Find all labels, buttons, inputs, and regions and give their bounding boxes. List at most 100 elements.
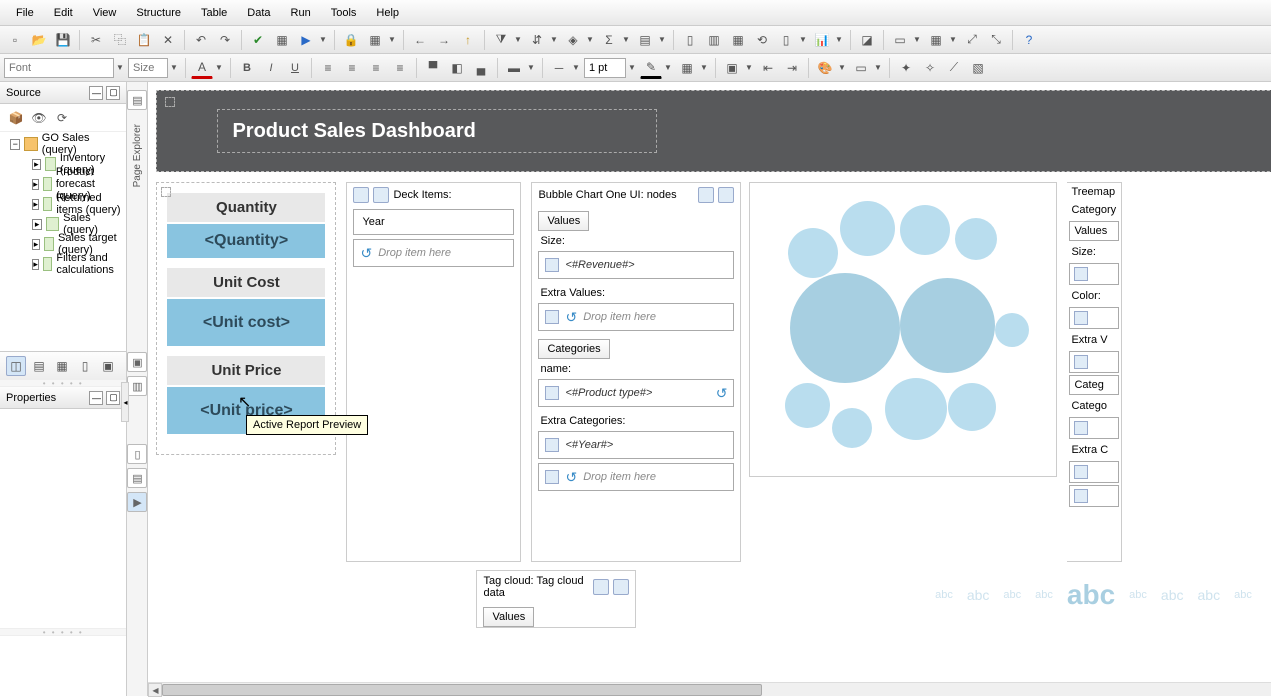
aggregate-icon[interactable]: Σ <box>598 29 620 51</box>
treemap-extrac-drop2[interactable] <box>1069 485 1119 507</box>
active-report-preview-icon[interactable]: ▶ <box>127 492 147 512</box>
bubble-icon-2[interactable] <box>718 187 734 203</box>
bubble-icon-1[interactable] <box>698 187 714 203</box>
menu-structure[interactable]: Structure <box>126 3 191 23</box>
font-dropdown[interactable]: ▼ <box>116 63 126 72</box>
options-icon[interactable]: ▦ <box>364 29 386 51</box>
extra-cat-year[interactable]: <#Year#> <box>538 431 734 459</box>
tab-search-icon[interactable]: ▯ <box>75 356 95 376</box>
new-icon[interactable]: ▫ <box>4 29 26 51</box>
pivot-icon[interactable]: ⟲ <box>751 29 773 51</box>
options-dropdown[interactable]: ▼ <box>388 35 398 44</box>
pe-btn-3-icon[interactable]: ▯ <box>127 444 147 464</box>
sort-icon[interactable]: ⇵ <box>526 29 548 51</box>
zoom-out-icon[interactable]: ⤡ <box>985 29 1007 51</box>
menu-data[interactable]: Data <box>237 3 280 23</box>
expand-icon[interactable]: ▸ <box>32 219 42 230</box>
indent-dec-icon[interactable]: ⇤ <box>757 57 779 79</box>
kpi-unitprice-value[interactable]: <Unit price> <box>167 387 325 434</box>
pe-btn-4-icon[interactable]: ▤ <box>127 468 147 488</box>
size-dropdown[interactable]: ▼ <box>170 63 180 72</box>
border-color-icon[interactable]: ✎ <box>640 57 662 79</box>
crosstab-icon[interactable]: ▦ <box>727 29 749 51</box>
page-icon[interactable]: ▯ <box>775 29 797 51</box>
name-field[interactable]: <#Product type#> ↺ <box>538 379 734 407</box>
filter-icon[interactable]: ⧩ <box>490 29 512 51</box>
treemap-cat-tab[interactable]: Categ <box>1069 375 1119 395</box>
kpi-panel[interactable]: Quantity <Quantity> Unit Cost <Unit cost… <box>156 182 336 455</box>
treemap-extrac-drop[interactable] <box>1069 461 1119 483</box>
chart-icon[interactable]: 📊 <box>811 29 833 51</box>
apply-style-icon[interactable]: ✧ <box>919 57 941 79</box>
pickup-style-icon[interactable]: ✦ <box>895 57 917 79</box>
treemap-color-drop[interactable] <box>1069 307 1119 329</box>
view-icon[interactable]: 👁 <box>29 108 49 128</box>
cut-icon[interactable]: ✂ <box>85 29 107 51</box>
splitter[interactable]: • • • • • <box>0 379 126 387</box>
tagcloud-values-tab[interactable]: Values <box>483 607 534 627</box>
help-icon[interactable]: ? <box>1018 29 1040 51</box>
treemap-values-tab[interactable]: Values <box>1069 221 1119 241</box>
layout-icon[interactable]: ▭ <box>889 29 911 51</box>
align-right-icon[interactable]: ≡ <box>365 57 387 79</box>
class-icon[interactable]: ▭ <box>850 57 872 79</box>
menu-view[interactable]: View <box>83 3 127 23</box>
tab-source-icon[interactable]: ◫ <box>6 356 26 376</box>
tree-item[interactable]: ▸Filters and calculations <box>4 254 122 274</box>
tree-item[interactable]: ▸Sales (query) <box>4 214 122 234</box>
maximize-icon[interactable]: ▢ <box>106 391 120 405</box>
save-icon[interactable]: 💾 <box>52 29 74 51</box>
expand-icon[interactable]: ▸ <box>32 179 39 190</box>
extra-cat-drop[interactable]: ↺ Drop item here <box>538 463 734 491</box>
back-icon[interactable]: ← <box>409 29 431 51</box>
tagcloud-icon-1[interactable] <box>593 579 609 595</box>
splitter[interactable]: • • • • • <box>0 628 126 636</box>
deck-panel[interactable]: Deck Items: Year ↺ Drop item here <box>346 182 521 562</box>
open-icon[interactable]: 📂 <box>28 29 50 51</box>
forward-icon[interactable]: → <box>433 29 455 51</box>
size-select[interactable] <box>128 58 168 78</box>
tree-root[interactable]: − GO Sales (query) <box>4 134 122 154</box>
menu-help[interactable]: Help <box>366 3 409 23</box>
line-width-select[interactable] <box>584 58 626 78</box>
run-icon[interactable]: ▶ <box>295 29 317 51</box>
delete-icon[interactable]: ✕ <box>157 29 179 51</box>
bold-icon[interactable]: B <box>236 57 258 79</box>
extra-values-drop[interactable]: ↺ Drop item here <box>538 303 734 331</box>
tree-item[interactable]: ▸Product forecast (query) <box>4 174 122 194</box>
treemap-size-drop[interactable] <box>1069 263 1119 285</box>
headers-icon[interactable]: ▯ <box>679 29 701 51</box>
font-color-icon[interactable]: A <box>191 57 213 79</box>
menu-edit[interactable]: Edit <box>44 3 83 23</box>
pe-btn-1-icon[interactable]: ▣ <box>127 352 147 372</box>
treemap-extrav-drop[interactable] <box>1069 351 1119 373</box>
horizontal-scroll-thumb[interactable] <box>162 684 762 696</box>
valign-bottom-icon[interactable]: ▄ <box>470 57 492 79</box>
eyedropper-icon[interactable]: ⟋ <box>943 57 965 79</box>
line-style-icon[interactable]: ─ <box>548 57 570 79</box>
tab-more-icon[interactable]: ▣ <box>98 356 118 376</box>
collapse-icon[interactable]: − <box>10 139 20 150</box>
tab-toolbox-icon[interactable]: ▦ <box>52 356 72 376</box>
package-icon[interactable]: 📦 <box>6 108 26 128</box>
expand-icon[interactable]: ▸ <box>32 259 39 270</box>
dashboard-title-box[interactable]: Product Sales Dashboard <box>217 109 657 153</box>
style-icon[interactable]: 🎨 <box>814 57 836 79</box>
treemap-config-panel[interactable]: Treemap Category Values Size: Color: Ext… <box>1067 182 1122 562</box>
reset-icon[interactable]: ▧ <box>967 57 989 79</box>
borders-icon[interactable]: ▦ <box>676 57 698 79</box>
deck-icon[interactable] <box>353 187 369 203</box>
redo-icon[interactable]: ↷ <box>214 29 236 51</box>
indent-inc-icon[interactable]: ⇥ <box>781 57 803 79</box>
categories-tab[interactable]: Categories <box>538 339 609 359</box>
align-center-icon[interactable]: ≡ <box>341 57 363 79</box>
list-icon[interactable]: ▥ <box>703 29 725 51</box>
expand-icon[interactable]: ▸ <box>32 199 39 210</box>
align-left-icon[interactable]: ≡ <box>317 57 339 79</box>
page-layers-icon[interactable]: ▤ <box>127 90 147 110</box>
bg-color-icon[interactable]: ▬ <box>503 57 525 79</box>
expand-icon[interactable]: ▸ <box>32 239 40 250</box>
tree-item[interactable]: ▸Sales target (query) <box>4 234 122 254</box>
section-icon[interactable]: ▤ <box>634 29 656 51</box>
italic-icon[interactable]: I <box>260 57 282 79</box>
